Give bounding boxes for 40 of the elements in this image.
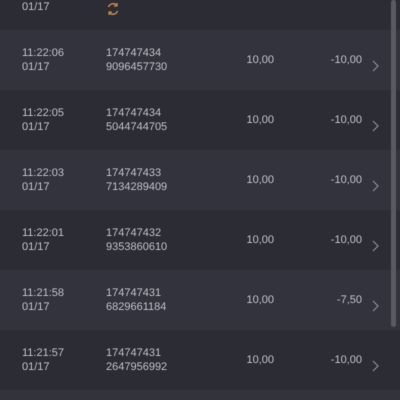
transaction-id: 174747431	[106, 346, 162, 360]
row-time: 11:22:01	[22, 226, 66, 240]
transaction-id: 5044744705	[106, 120, 168, 134]
transaction-id: 174747434	[106, 46, 162, 60]
row-time: 11:22:05	[22, 106, 66, 120]
row-date: 01/17	[22, 240, 51, 254]
transaction-id: 174747432	[106, 226, 162, 240]
net-amount-text: -10,00	[330, 174, 362, 186]
transaction-id: 2647956992	[106, 360, 168, 374]
row-time: 11:22:06	[22, 46, 66, 60]
transaction-id: 9353860610	[106, 240, 168, 254]
amount-text: 10,00	[245, 114, 274, 126]
transaction-id: 6829661184	[106, 300, 168, 314]
transaction-row[interactable]: 11:22:01 01/17 174747432 9353860610 10,00 -10,00	[0, 210, 400, 270]
row-date: 01/17	[22, 60, 51, 74]
amount-text: 10,00	[245, 174, 274, 186]
row-date: 01/17	[22, 300, 51, 314]
amount-text: 10,00	[245, 294, 274, 306]
row-date: 01/17	[22, 120, 51, 134]
amount-text: 10,00	[245, 354, 274, 366]
net-amount-text: -10,00	[330, 354, 362, 366]
net-amount-text: -10,00	[330, 54, 362, 66]
net-amount-text: -10,00	[330, 234, 362, 246]
transaction-id: 9096457730	[106, 60, 168, 74]
amount-text: 10,00	[245, 234, 274, 246]
net-amount-text: -7,50	[336, 294, 362, 306]
transaction-row[interactable]: 11:22:05 01/17 174747434 5044744705 10,00 -10,00	[0, 90, 400, 150]
row-time: 11:21:58	[22, 286, 66, 300]
row-date: 01/17	[22, 180, 51, 194]
transaction-id: 174747431	[106, 286, 162, 300]
amount-text: 10,00	[245, 54, 274, 66]
net-amount-text: -10,00	[330, 114, 362, 126]
transaction-row[interactable]: 11:21:57 01/17 174747431 2647956992 10,00 -10,00	[0, 330, 400, 390]
row-time: 11:21:57	[22, 346, 66, 360]
row-date: 01/17	[22, 1, 51, 13]
row-date: 01/17	[22, 360, 51, 374]
transaction-id: 174747433	[106, 166, 162, 180]
transaction-id: 174747434	[106, 106, 162, 120]
row-time: 11:22:03	[22, 166, 66, 180]
transaction-id: 7134289409	[106, 180, 168, 194]
